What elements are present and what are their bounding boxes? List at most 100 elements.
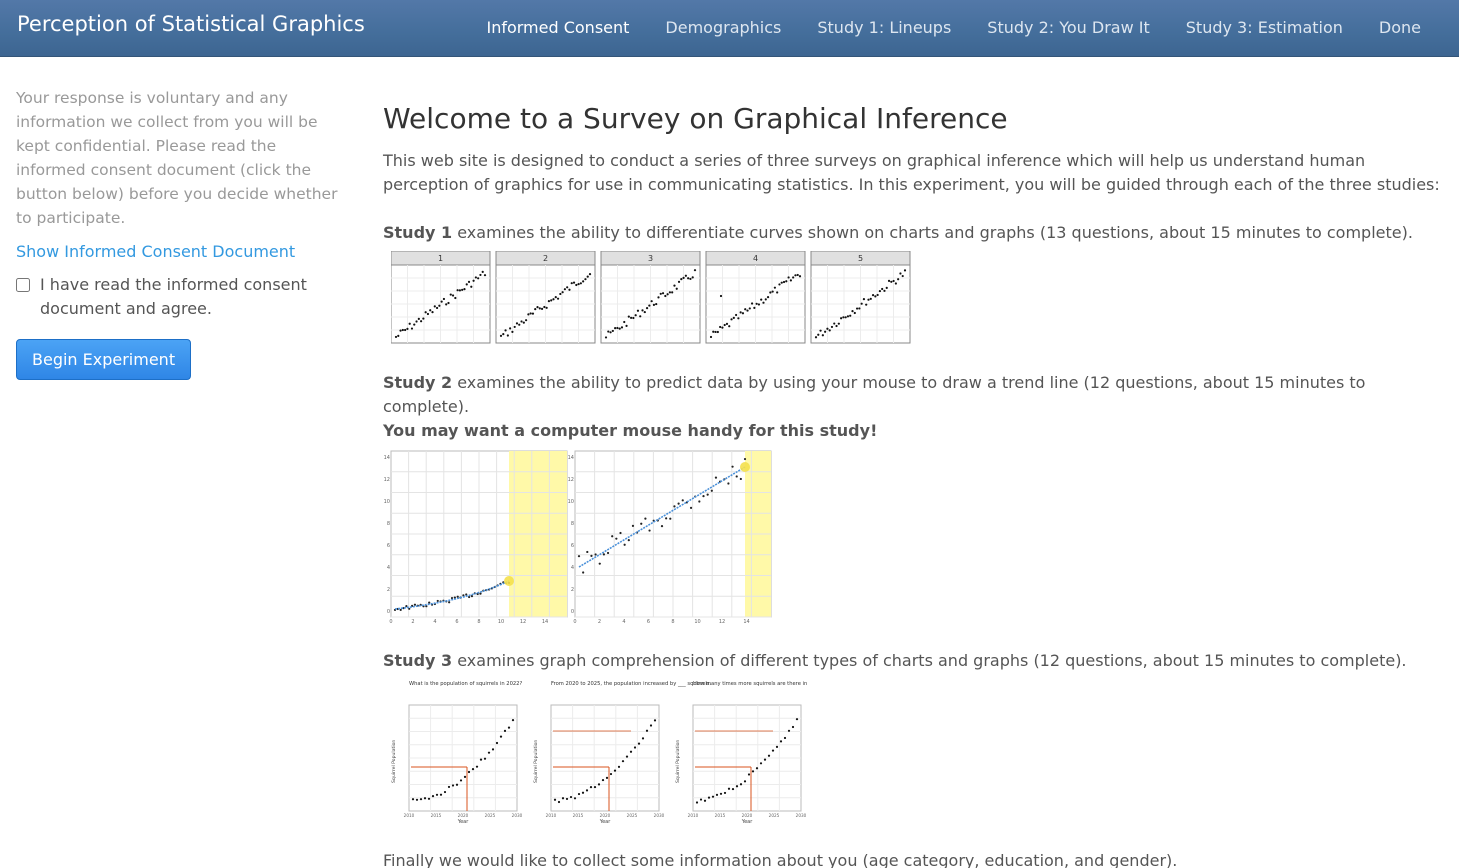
tab-study3-estimation[interactable]: Study 3: Estimation [1168,0,1361,56]
estimation-point [767,754,771,757]
estimation-point [617,765,621,768]
study2-you-draw-it-image: 0 0 2 2 4 4 6 6 8 8 10 10 12 12 14 14 0 0 2 2 4 4 6 6 8 8 10 10 12 12… [384,450,772,625]
lineup-point [869,297,872,300]
estimation-point [791,725,795,729]
estimation-question: What is the population of squirrels in 2… [409,681,522,687]
estimation-point [707,796,711,799]
lineup-point [739,311,742,314]
estimation-point [609,772,613,776]
tab-study2-you-draw-it[interactable]: Study 2: You Draw It [969,0,1167,56]
tick-label: 2010 [688,813,699,818]
draw-data-point [598,562,601,565]
tick-label: 2010 [404,813,415,818]
consent-checkbox[interactable] [16,278,30,292]
estimation-point [743,780,747,783]
lineup-point [397,334,400,337]
tab-done[interactable]: Done [1361,0,1459,56]
estimation-point [625,755,629,758]
estimation-point [601,778,605,782]
draw-data-point [448,601,451,604]
lineup-point [572,281,576,284]
lineup-point [860,302,863,305]
estimation-point [447,785,451,789]
lineup-point [422,317,425,320]
estimation-point [723,791,727,795]
lineup-point [410,327,414,330]
lineup-point [737,317,740,320]
show-consent-document-link[interactable]: Show Informed Consent Document [16,242,348,261]
lineup-point [769,291,772,294]
estimation-point [739,783,743,786]
estimation-point [475,765,479,768]
lineup-point [634,314,637,317]
estimation-point [427,797,431,800]
lineup-point [568,288,571,291]
lineup-point [876,293,879,297]
lineup-point [723,323,726,327]
tick-label: 2025 [627,813,638,818]
draw-data-point [743,457,747,461]
lineup-point [830,325,834,329]
lineup-point [552,298,555,301]
estimation-point [779,740,783,743]
lineup-point [664,294,667,298]
tick-label: 2020 [742,813,753,818]
lineup-point [536,306,539,309]
lineup-point [550,299,553,302]
lineup-point [545,306,548,309]
lineup-point [789,279,792,282]
lineup-point [431,311,434,314]
lineup-point [420,320,423,323]
estimation-point [569,795,573,799]
lineup-point [586,275,589,278]
lineup-point [776,291,779,294]
estimation-point [755,767,759,770]
tick-label: 10 [498,619,504,625]
lineup-point [732,316,735,320]
draw-data-point [727,482,730,485]
lineup-point [853,311,856,315]
draw-data-point [689,506,693,509]
estimation-point [783,736,787,740]
lineup-panel-label: 3 [648,254,653,263]
lineup-point [687,277,690,280]
lineup-point [659,292,662,295]
lineup-point [709,335,713,339]
lineup-point [814,336,818,339]
lineup-panel-label: 5 [858,254,863,263]
tick-label: 2 [571,587,574,593]
lineup-point [741,312,745,315]
estimation-panel: From 2020 to 2025, the population increa… [533,681,711,825]
lineup-point [465,283,468,286]
lineup-point [796,273,799,277]
tab-study1-lineups[interactable]: Study 1: Lineups [799,0,969,56]
consent-checkbox-label[interactable]: I have read the informed consent documen… [40,273,348,321]
lineup-point [623,320,626,324]
tick-label: 6 [387,543,390,549]
tick-label: 2 [387,587,390,593]
begin-experiment-button[interactable]: Begin Experiment [16,339,192,380]
draw-data-point [660,525,664,528]
lineup-point [449,293,452,296]
tick-label: 2015 [715,813,726,818]
estimation-point [653,719,657,722]
lineup-point [771,290,774,293]
lineup-point [719,325,722,329]
tick-label: 0 [387,609,390,615]
cursor-highlight [740,462,750,472]
lineup-point [556,297,560,300]
tab-informed-consent[interactable]: Informed Consent [468,0,647,56]
lineup-point [865,303,868,306]
consent-intro-text: Your response is voluntary and any infor… [16,89,338,227]
estimation-point [711,795,715,798]
draw-data-point [611,535,614,538]
lineup-point [787,276,790,279]
estimation-point [439,793,443,796]
lineup-point [716,330,719,334]
lineup-point [447,301,450,305]
lineup-point [438,304,441,307]
lineup-point [785,280,788,283]
app-brand[interactable]: Perception of Statistical Graphics [17,12,365,36]
tab-demographics[interactable]: Demographics [647,0,799,56]
lineup-point [645,307,649,310]
